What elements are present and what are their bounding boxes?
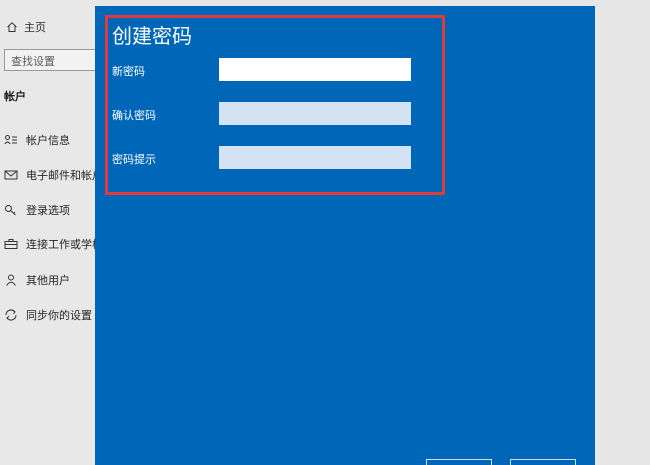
confirm-password-input[interactable] bbox=[219, 102, 411, 125]
section-title: 帐户 bbox=[4, 90, 26, 103]
sidebar-item-email[interactable]: 电子邮件和帐户 bbox=[0, 163, 100, 187]
settings-window: 主页 查找设置 帐户 帐户信息 电子邮件和帐户 登录选项 连接工作或学校 其他用… bbox=[0, 0, 650, 465]
account-info-icon bbox=[4, 134, 18, 146]
cancel-button[interactable] bbox=[510, 459, 576, 465]
password-hint-label: 密码提示 bbox=[112, 153, 156, 166]
home-icon bbox=[6, 21, 18, 33]
sync-icon bbox=[4, 309, 18, 321]
person-icon bbox=[4, 274, 18, 286]
sidebar-item-other-users[interactable]: 其他用户 bbox=[0, 268, 100, 292]
sidebar-item-work-school[interactable]: 连接工作或学校 bbox=[0, 232, 100, 256]
new-password-input[interactable] bbox=[219, 58, 411, 81]
key-icon bbox=[4, 204, 18, 216]
create-password-dialog: 创建密码 新密码 确认密码 密码提示 bbox=[95, 6, 595, 465]
sidebar-item-sign-in-options[interactable]: 登录选项 bbox=[0, 198, 100, 222]
password-hint-input[interactable] bbox=[219, 146, 411, 169]
sidebar-item-label: 连接工作或学校 bbox=[26, 238, 100, 251]
sidebar-item-label: 电子邮件和帐户 bbox=[26, 169, 100, 182]
sidebar-item-label: 帐户信息 bbox=[26, 134, 70, 147]
home-label: 主页 bbox=[24, 21, 46, 34]
settings-sidebar: 主页 查找设置 帐户 帐户信息 电子邮件和帐户 登录选项 连接工作或学校 其他用… bbox=[0, 0, 114, 465]
confirm-password-label: 确认密码 bbox=[112, 109, 156, 122]
search-placeholder: 查找设置 bbox=[11, 55, 55, 68]
email-icon bbox=[4, 169, 18, 181]
next-button[interactable] bbox=[426, 459, 492, 465]
sidebar-item-label: 登录选项 bbox=[26, 204, 70, 217]
sidebar-item-account-info[interactable]: 帐户信息 bbox=[0, 128, 100, 152]
dialog-title: 创建密码 bbox=[112, 24, 192, 48]
new-password-label: 新密码 bbox=[112, 65, 145, 78]
home-nav-item[interactable]: 主页 bbox=[0, 14, 100, 40]
sidebar-item-label: 其他用户 bbox=[26, 274, 70, 287]
sidebar-item-sync-settings[interactable]: 同步你的设置 bbox=[0, 303, 100, 327]
sidebar-item-label: 同步你的设置 bbox=[26, 309, 92, 322]
briefcase-icon bbox=[4, 238, 18, 250]
